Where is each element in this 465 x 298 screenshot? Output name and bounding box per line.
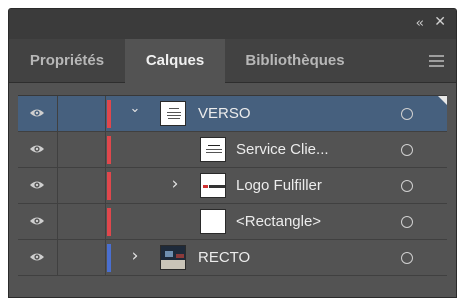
target-circle-icon[interactable] <box>401 252 413 264</box>
service-client-thumbnail <box>200 137 226 162</box>
visibility-toggle[interactable] <box>18 204 58 239</box>
layer-color-bar <box>107 208 111 236</box>
lock-toggle[interactable] <box>58 132 106 167</box>
target-circle-icon[interactable] <box>401 180 413 192</box>
recto-thumbnail <box>160 245 186 270</box>
lock-toggle[interactable] <box>58 168 106 203</box>
layer-row-recto[interactable]: › RECTO <box>18 240 447 276</box>
lock-toggle[interactable] <box>58 96 106 131</box>
hamburger-menu-icon[interactable] <box>429 55 444 67</box>
eye-icon <box>30 217 44 225</box>
layer-color-bar <box>107 244 111 272</box>
eye-icon <box>30 181 44 189</box>
lock-toggle[interactable] <box>58 204 106 239</box>
layer-row-service-client[interactable]: Service Clie... <box>18 132 447 168</box>
selection-indicator <box>438 96 447 105</box>
layer-name[interactable]: Logo Fulfiller <box>236 177 322 194</box>
tab-calques[interactable]: Calques <box>125 39 225 84</box>
visibility-toggle[interactable] <box>18 96 58 131</box>
layer-name[interactable]: Service Clie... <box>236 141 329 158</box>
layer-name[interactable]: VERSO <box>198 105 251 122</box>
panel-tab-bar: Propriétés Calques Bibliothèques <box>9 39 456 84</box>
layer-color-bar <box>107 172 111 200</box>
eye-icon <box>30 109 44 117</box>
double-chevron-left-icon[interactable]: ‹‹ <box>416 16 425 31</box>
verso-thumbnail <box>160 101 186 126</box>
logo-fulfiller-thumbnail <box>200 173 226 198</box>
layer-row-rectangle[interactable]: <Rectangle> <box>18 204 447 240</box>
eye-icon <box>30 145 44 153</box>
chevron-down-icon[interactable]: ⌄ <box>128 101 142 117</box>
rectangle-thumbnail <box>200 209 226 234</box>
layers-list: ⌄ VERSO Service Clie... › Logo Fulfiller… <box>18 95 447 295</box>
panel-title-bar: ‹‹ ✕ <box>9 9 456 39</box>
tab-bibliotheques[interactable]: Bibliothèques <box>225 39 365 83</box>
layer-row-verso[interactable]: ⌄ VERSO <box>18 96 447 132</box>
visibility-toggle[interactable] <box>18 168 58 203</box>
lock-toggle[interactable] <box>58 240 106 275</box>
tab-proprietes[interactable]: Propriétés <box>9 39 125 83</box>
close-icon[interactable]: ✕ <box>434 14 446 30</box>
layer-color-bar <box>107 136 111 164</box>
chevron-right-icon[interactable]: › <box>168 174 182 194</box>
layer-name[interactable]: <Rectangle> <box>236 213 321 230</box>
eye-icon <box>30 253 44 261</box>
layer-row-logo-fulfiller[interactable]: › Logo Fulfiller <box>18 168 447 204</box>
layer-name[interactable]: RECTO <box>198 249 250 266</box>
target-circle-icon[interactable] <box>401 108 413 120</box>
visibility-toggle[interactable] <box>18 132 58 167</box>
target-circle-icon[interactable] <box>401 144 413 156</box>
visibility-toggle[interactable] <box>18 240 58 275</box>
layer-color-bar <box>107 100 111 128</box>
chevron-right-icon[interactable]: › <box>128 246 142 266</box>
target-circle-icon[interactable] <box>401 216 413 228</box>
layers-panel: ‹‹ ✕ Propriétés Calques Bibliothèques ⌄ … <box>8 8 457 298</box>
